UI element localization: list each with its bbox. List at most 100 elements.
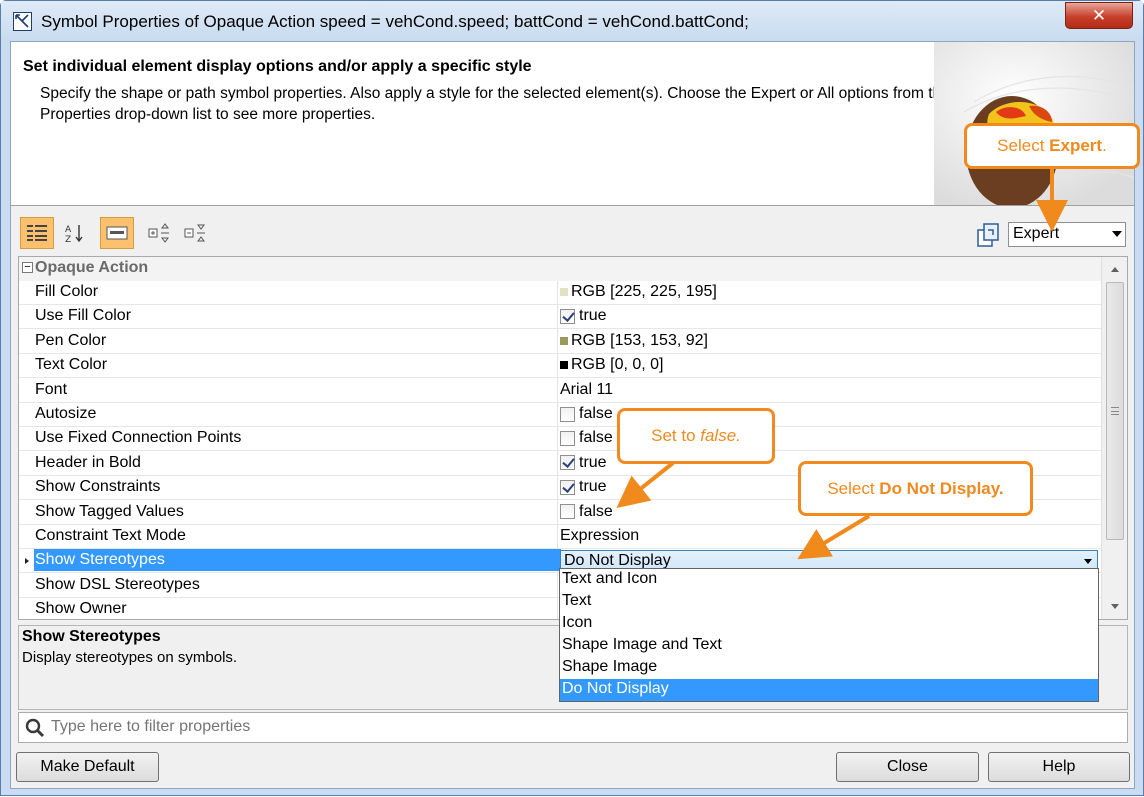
description-text: Display stereotypes on symbols. [22,649,238,666]
checkbox[interactable] [560,455,575,471]
filter-input[interactable] [49,716,1119,738]
property-value: Arial 11 [560,381,613,399]
scroll-thumb[interactable] [1106,282,1124,540]
checkbox[interactable] [560,308,575,324]
dialog-window: Symbol Properties of Opaque Action speed… [0,0,1144,796]
sort-alphabetically-button[interactable]: AZ [58,217,92,249]
property-toolbar: AZ Expert [18,214,1128,254]
dropdown-option[interactable]: Text and Icon [560,569,1098,591]
description-title: Show Stereotypes [22,628,161,645]
property-name: Use Fill Color [35,307,132,325]
property-row[interactable]: Autosize false [19,403,1102,427]
svg-text:A: A [65,225,72,235]
property-row[interactable]: Font Arial 11 [19,379,1102,403]
sort-az-icon: AZ [65,225,83,244]
dropdown-option[interactable]: Do Not Display [560,679,1098,701]
dropdown-value: Do Not Display [564,552,671,570]
property-value-text: true [579,453,607,471]
window-close-button[interactable]: ✕ [1065,2,1133,29]
property-row[interactable]: Fill Color RGB [225, 225, 195] [19,281,1102,305]
property-name: Show Constraints [35,478,161,496]
scroll-down-icon[interactable] [1111,604,1119,609]
header-description: Specify the shape or path symbol propert… [40,85,950,123]
property-value-text: RGB [153, 153, 92] [571,331,708,349]
filter-bar [18,712,1128,743]
property-name: Font [35,380,68,398]
property-row[interactable]: Text Color RGB [0, 0, 0] [19,354,1102,379]
property-name: Header in Bold [35,453,141,471]
show-description-button[interactable] [100,217,134,249]
property-value-text: false [579,405,613,422]
property-value-text: RGB [0, 0, 0] [571,356,664,374]
checkbox[interactable] [560,430,575,446]
property-value[interactable]: false [560,429,613,447]
dropdown-option[interactable]: Icon [560,613,1098,635]
close-button[interactable]: Close [836,752,979,782]
window-title: Symbol Properties of Opaque Action speed… [41,12,749,31]
scroll-up-icon[interactable] [1111,267,1119,272]
property-row[interactable]: Pen Color RGB [153, 153, 92] [19,330,1102,354]
header-title: Set individual element display options a… [23,58,532,75]
property-value[interactable]: false [560,503,613,521]
property-name: Text Color [35,356,108,374]
callout-select-do-not-display: Select Do Not Display. [798,461,1033,516]
make-default-button[interactable]: Make Default [16,752,159,782]
callout-select-expert: Select Expert. [964,123,1140,169]
dropdown-option[interactable]: Text [560,591,1098,613]
property-value: RGB [0, 0, 0] [560,356,663,374]
row-marker-icon [25,558,29,565]
properties-mode-value: Expert [1013,225,1060,242]
grid-scrollbar[interactable] [1101,257,1127,619]
property-name: Use Fixed Connection Points [35,429,242,447]
collapse-toggle-icon[interactable]: − [22,262,33,273]
property-row[interactable]: Constraint Text Mode Expression [19,525,1102,549]
properties-grid: − Opaque Action Fill Color RGB [225, 225,… [18,256,1128,620]
property-value[interactable]: true [560,478,607,496]
property-value-text: RGB [225, 225, 195] [571,283,717,300]
dropdown-option[interactable]: Shape Image and Text [560,635,1098,657]
dropdown-option[interactable]: Shape Image [560,657,1098,679]
checkbox[interactable] [560,479,575,495]
property-value: Expression [560,527,639,545]
svg-text:Z: Z [65,235,71,244]
property-name: Show DSL Stereotypes [35,575,200,593]
property-value[interactable]: true [560,454,607,472]
property-name: Show Owner [35,600,127,618]
properties-mode-select[interactable]: Expert [1008,222,1126,247]
property-value[interactable]: false [560,405,613,423]
property-name: Autosize [35,405,97,422]
grip-icon [1111,407,1119,415]
collapse-all-button[interactable] [178,217,212,249]
title-bar[interactable]: Symbol Properties of Opaque Action speed… [1,1,1143,41]
color-swatch[interactable] [560,336,568,345]
property-row[interactable]: Use Fixed Connection Points false [19,427,1102,452]
color-swatch[interactable] [560,288,568,296]
chevron-down-icon [1112,231,1122,237]
property-value-text: false [579,429,613,447]
property-value-text: false [579,502,613,520]
property-name: Show Stereotypes [34,549,561,572]
help-button[interactable]: Help [988,752,1130,782]
description-panel-icon [106,226,128,240]
property-value-text: true [579,478,607,496]
property-name: Fill Color [35,283,99,300]
property-value[interactable]: true [560,307,607,325]
categorized-list-icon [27,225,47,241]
expand-all-button[interactable] [142,217,176,249]
property-name: Pen Color [35,331,107,349]
search-icon [25,718,45,738]
property-row[interactable]: Use Fill Color true [19,305,1102,330]
expand-all-icon [148,223,169,243]
show-stereotypes-dropdown-list[interactable]: Text and Icon Text Icon Shape Image and Tex… [559,568,1099,702]
property-value: RGB [225, 225, 195] [560,283,717,301]
group-header-opaque-action[interactable]: − Opaque Action [19,257,1102,281]
property-value-text: true [579,307,607,325]
apply-style-icon[interactable] [976,222,1000,248]
callout-set-false: Set to false. [617,408,775,464]
checkbox[interactable] [560,406,575,422]
dialog-header: Set individual element display options a… [11,42,1134,206]
color-swatch[interactable] [560,361,568,370]
property-value-text: Arial 11 [560,380,614,398]
categorized-view-button[interactable] [20,217,54,249]
checkbox[interactable] [560,504,575,520]
